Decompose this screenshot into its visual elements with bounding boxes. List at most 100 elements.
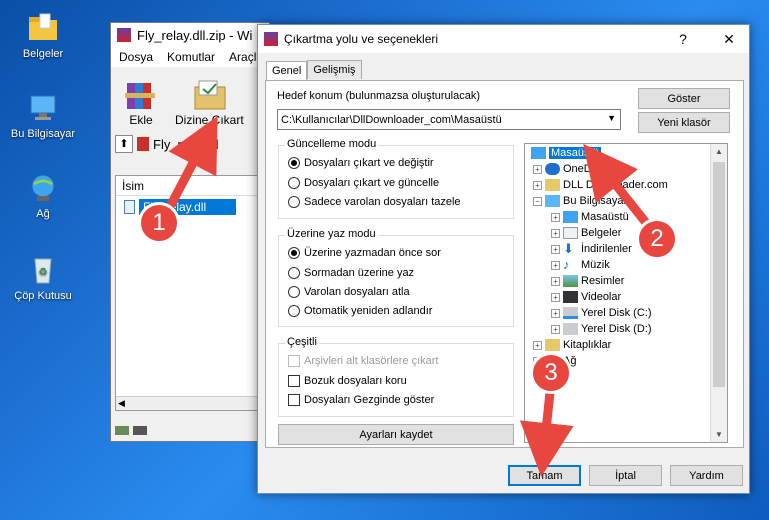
desktop-icon-belgeler[interactable]: Belgeler	[8, 12, 78, 60]
radio-button[interactable]	[288, 305, 300, 317]
radio-button[interactable]	[288, 157, 300, 169]
overwrite-option-skip[interactable]: Varolan dosyaları atla	[288, 286, 410, 298]
tree-vertical-scrollbar[interactable]: ▲ ▼	[710, 144, 727, 442]
folder-icon	[26, 12, 60, 44]
drive-icon	[563, 323, 578, 335]
option-label: Otomatik yeniden adlandır	[304, 305, 433, 317]
cancel-button[interactable]: İptal	[589, 465, 662, 486]
misc-option-keep-broken[interactable]: Bozuk dosyaları koru	[288, 375, 407, 387]
winrar-address-bar: ⬆ Fly_relay.dl	[111, 133, 269, 155]
network-icon	[26, 172, 60, 204]
tree-item-desktop[interactable]: Masaüstü	[531, 147, 601, 159]
update-option-extract-update[interactable]: Dosyaları çıkart ve güncelle	[288, 177, 439, 189]
overwrite-option-rename[interactable]: Otomatik yeniden adlandır	[288, 305, 432, 317]
option-label: Dosyaları Gezginde göster	[304, 394, 435, 406]
tree-item-label: Yerel Disk (D:)	[581, 323, 652, 335]
destination-path-combo[interactable]: C:\Kullanıcılar\DllDownloader_com\Masaüs…	[277, 109, 621, 130]
option-label: Bozuk dosyaları koru	[304, 375, 407, 387]
new-folder-button[interactable]: Yeni klasör	[638, 112, 730, 133]
file-list[interactable]: İsim Fly_relay.dll ◀	[115, 175, 269, 411]
add-button[interactable]: Ekle	[121, 77, 161, 127]
overwrite-option-without-prompt[interactable]: Sormadan üzerine yaz	[288, 267, 414, 279]
tree-item-videos[interactable]: + Videolar	[551, 291, 621, 303]
scroll-left-icon[interactable]: ◀	[116, 398, 125, 408]
dialog-titlebar: Çıkartma yolu ve seçenekleri ? ✕	[258, 25, 749, 53]
show-button[interactable]: Göster	[638, 88, 730, 109]
expand-icon[interactable]: +	[551, 276, 560, 286]
expand-icon[interactable]: +	[551, 244, 560, 254]
desktop-icon-this-pc[interactable]: Bu Bilgisayar	[8, 92, 78, 140]
scroll-up-icon[interactable]: ▲	[711, 147, 727, 156]
tree-item-disk-c[interactable]: + Yerel Disk (C:)	[551, 307, 652, 319]
update-mode-group: Güncelleme modu Dosyaları çıkart ve deği…	[278, 138, 514, 219]
radio-button[interactable]	[288, 286, 300, 298]
update-option-extract-replace[interactable]: Dosyaları çıkart ve değiştir	[288, 157, 434, 169]
tree-item-dll-downloader[interactable]: + DLL Downloader.com	[533, 179, 668, 191]
folder-tree[interactable]: Masaüstü + OneDrive + DLL Downloader.com −…	[524, 143, 728, 443]
dialog-title: Çıkartma yolu ve seçenekleri	[284, 32, 439, 46]
collapse-icon[interactable]: −	[533, 196, 542, 206]
expand-icon[interactable]: +	[551, 292, 560, 302]
add-label: Ekle	[129, 113, 153, 127]
step-badge-2: 2	[636, 218, 678, 260]
option-label: Dosyaları çıkart ve güncelle	[304, 177, 440, 189]
desktop-icon-network[interactable]: Ağ	[8, 172, 78, 220]
extract-to-button[interactable]: Dizine Çıkart	[175, 77, 244, 127]
expand-icon[interactable]: +	[551, 212, 560, 222]
dialog-tabs: Genel Gelişmiş	[266, 60, 362, 80]
misc-group: Çeşitli Arşivleri alt klasörlere çıkart …	[278, 336, 514, 417]
overwrite-option-ask[interactable]: Üzerine yazmadan önce sor	[288, 247, 441, 259]
tree-item-pictures[interactable]: + Resimler	[551, 275, 624, 287]
update-mode-title: Güncelleme modu	[285, 138, 379, 150]
expand-icon[interactable]: +	[533, 340, 542, 350]
update-option-freshen[interactable]: Sadece varolan dosyaları tazele	[288, 196, 461, 208]
expand-icon[interactable]: +	[551, 260, 560, 270]
help-button[interactable]: Yardım	[670, 465, 743, 486]
tree-item-label: Resimler	[581, 275, 625, 287]
radio-button[interactable]	[288, 247, 300, 259]
help-title-button[interactable]: ?	[663, 31, 703, 47]
ok-button[interactable]: Tamam	[508, 465, 581, 486]
option-label: Üzerine yazmadan önce sor	[304, 247, 441, 259]
menu-item-file[interactable]: Dosya	[119, 50, 153, 64]
expand-icon[interactable]: +	[551, 324, 560, 334]
misc-option-show-in-explorer[interactable]: Dosyaları Gezginde göster	[288, 394, 434, 406]
chevron-down-icon[interactable]: ▼	[607, 113, 616, 123]
tree-item-music[interactable]: + ♪ Müzik	[551, 258, 610, 271]
expand-icon[interactable]: +	[533, 180, 542, 190]
user-folder-icon	[545, 179, 560, 191]
tree-item-pc-desktop[interactable]: + Masaüstü	[551, 211, 629, 223]
column-header-name[interactable]: İsim	[116, 176, 268, 196]
tree-item-disk-d[interactable]: + Yerel Disk (D:)	[551, 323, 652, 335]
option-label: Varolan dosyaları atla	[304, 286, 410, 298]
tree-item-onedrive[interactable]: + OneDrive	[533, 163, 609, 175]
desktop-icon-recycle-bin[interactable]: ♻ Çöp Kutusu	[8, 254, 78, 302]
misc-option-subfolders[interactable]: Arşivleri alt klasörlere çıkart	[288, 355, 438, 367]
scroll-thumb[interactable]	[713, 162, 725, 387]
winrar-toolbar: Ekle Dizine Çıkart	[111, 67, 269, 127]
tree-item-libraries[interactable]: + Kitaplıklar	[533, 339, 611, 351]
checkbox[interactable]	[288, 355, 300, 367]
tab-general[interactable]: Genel	[266, 61, 308, 80]
horizontal-scrollbar[interactable]: ◀	[116, 396, 268, 410]
checkbox[interactable]	[288, 375, 300, 387]
tab-advanced[interactable]: Gelişmiş	[307, 60, 362, 79]
tree-item-this-pc[interactable]: − Bu Bilgisayar	[533, 195, 627, 207]
archive-icon	[137, 137, 149, 151]
menu-item-commands[interactable]: Komutlar	[167, 50, 215, 64]
up-folder-icon[interactable]: ⬆	[115, 135, 133, 153]
expand-icon[interactable]: +	[533, 164, 542, 174]
close-button[interactable]: ✕	[709, 31, 749, 48]
winrar-statusbar	[115, 426, 147, 435]
expand-icon[interactable]: +	[551, 228, 560, 238]
tree-item-documents[interactable]: + Belgeler	[551, 227, 621, 239]
scroll-down-icon[interactable]: ▼	[711, 430, 727, 439]
radio-button[interactable]	[288, 267, 300, 279]
radio-button[interactable]	[288, 177, 300, 189]
radio-button[interactable]	[288, 196, 300, 208]
save-settings-button[interactable]: Ayarları kaydet	[278, 424, 514, 445]
expand-icon[interactable]: +	[551, 308, 560, 318]
checkbox[interactable]	[288, 394, 300, 406]
cloud-icon	[545, 163, 560, 175]
tree-item-downloads[interactable]: + ⬇ İndirilenler	[551, 242, 632, 255]
